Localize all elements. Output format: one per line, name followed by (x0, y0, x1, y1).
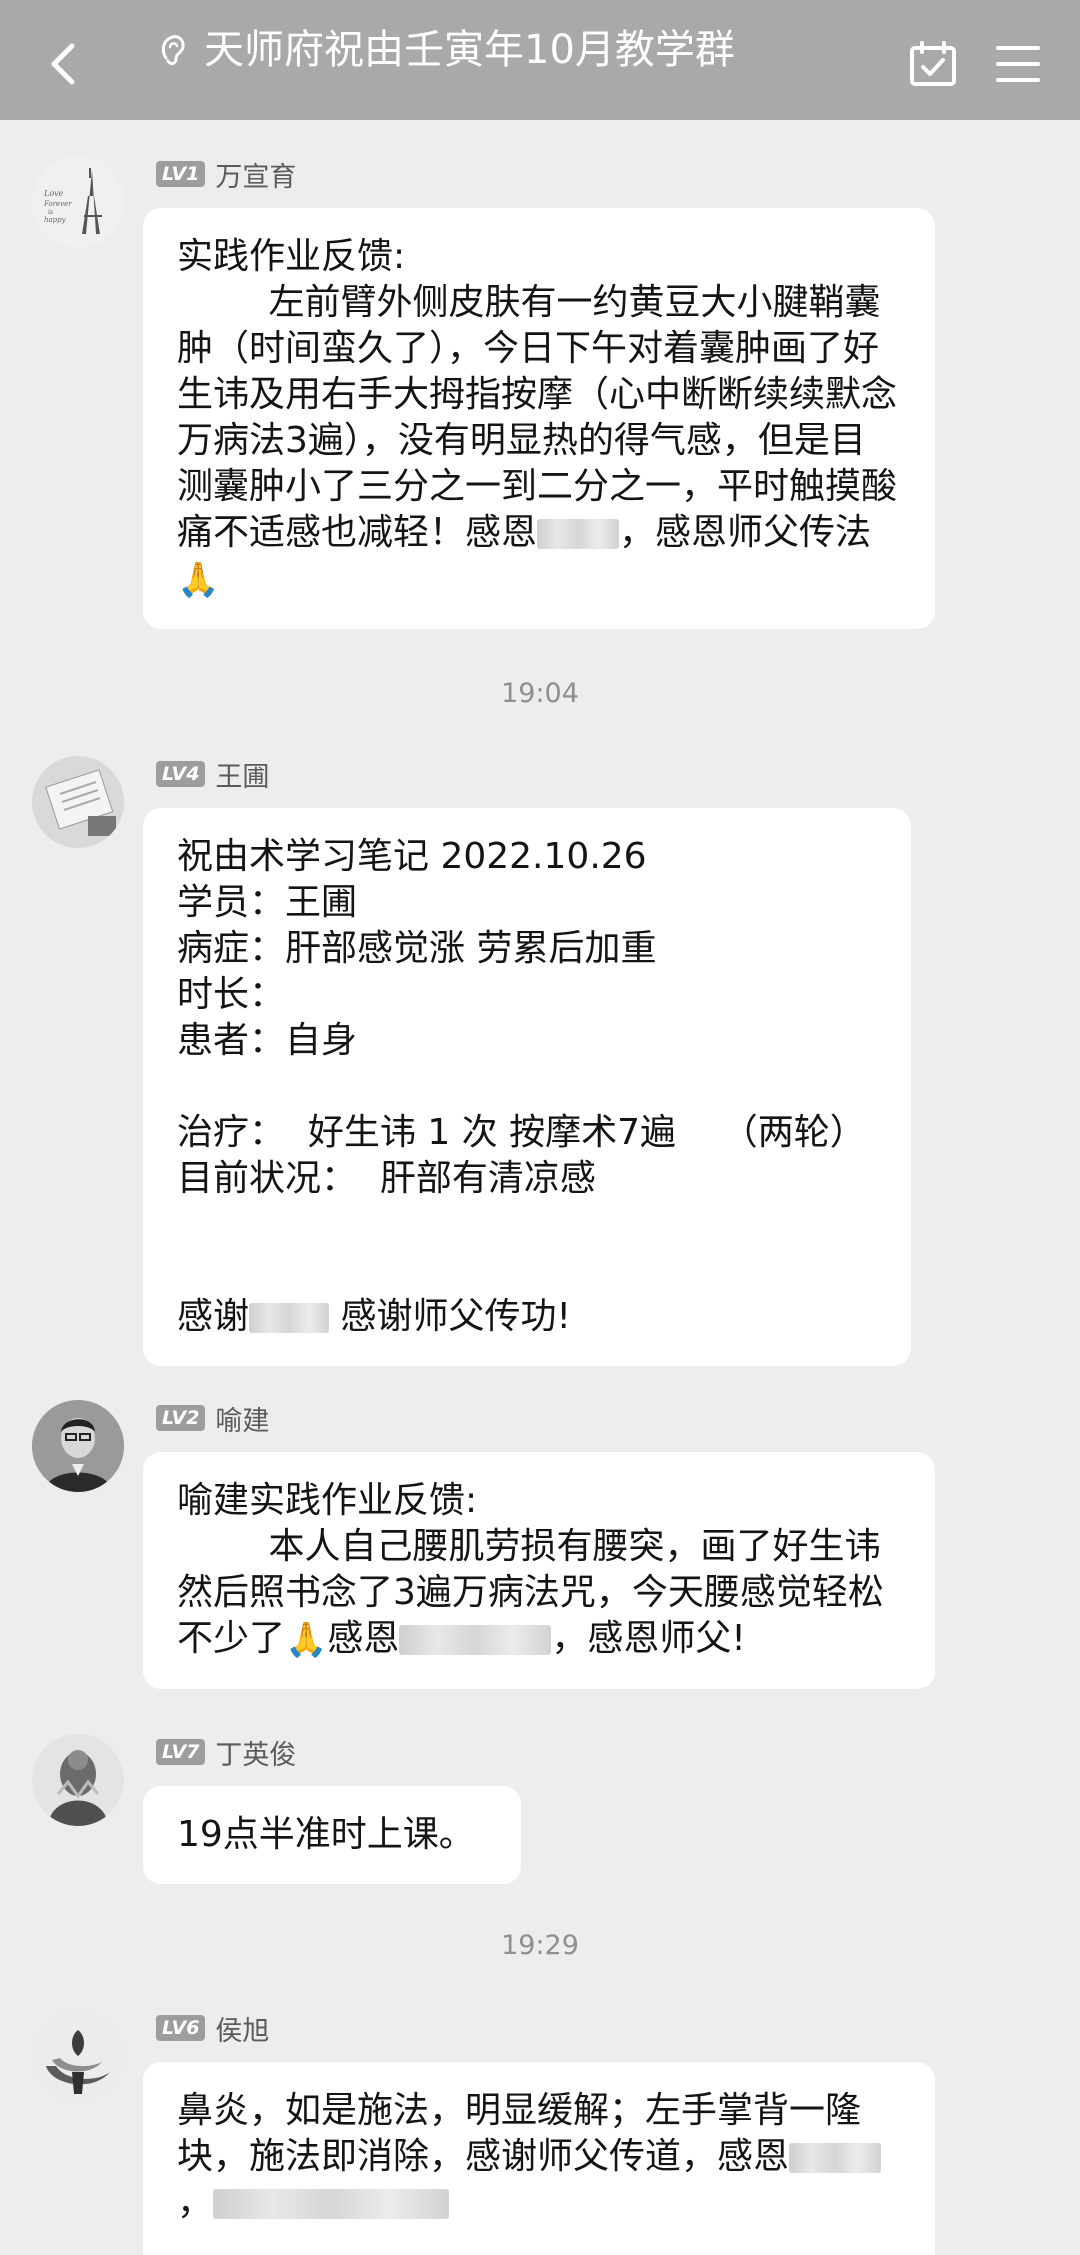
sender-name: 王圃 (215, 761, 270, 793)
avatar[interactable] (32, 1400, 124, 1492)
pray-emoji-icon: 🙏 (285, 1620, 328, 1660)
eiffel-tower-icon: Love Forever is happy (43, 168, 102, 234)
message-bubble[interactable]: 祝由术学习笔记 2022.10.26 学员：王圃 病症：肝部感觉涨 劳累后加重 … (143, 808, 911, 1366)
level-badge: LV2 (156, 1405, 206, 1431)
avatar-text-love: Love (43, 189, 64, 198)
sender-row: LV4 王圃 (156, 757, 270, 793)
message-bubble[interactable]: 实践作业反馈: 左前臂外侧皮肤有一约黄豆大小腱鞘囊肿（时间蛮久了），今日下午对着… (143, 208, 935, 629)
message-bubble[interactable]: 19点半准时上课。 (143, 1786, 521, 1884)
back-arrow-icon (51, 43, 75, 85)
message-text: 感恩 (327, 1618, 400, 1659)
pray-emoji-icon: 🙏 (177, 560, 220, 600)
back-button[interactable] (38, 36, 88, 92)
avatar[interactable] (32, 1734, 124, 1826)
redacted-name (249, 1303, 330, 1333)
level-badge: LV4 (156, 761, 206, 787)
menu-button[interactable] (994, 42, 1042, 86)
redacted-name (213, 2189, 450, 2219)
avatar-text-forever: Forever (43, 200, 72, 208)
redacted-name (399, 1625, 552, 1655)
ear-icon (158, 32, 188, 68)
chat-header: 天师府祝由壬寅年10月教学群 (0, 0, 1080, 120)
sender-row: LV6 侯旭 (156, 2011, 270, 2047)
message-text: ，感恩师父传法 (619, 512, 872, 553)
message-text: ， (177, 2182, 214, 2223)
menu-icon (996, 46, 1040, 82)
avatar[interactable]: Love Forever is happy (32, 156, 124, 248)
message-bubble[interactable]: 鼻炎，如是施法，明显缓解；左手掌背一隆块，施法即消除，感谢师父传道，感恩 ， (143, 2062, 935, 2255)
timestamp: 19:29 (501, 1930, 579, 1961)
avatar-text-happy: happy (44, 216, 67, 224)
swirl-logo-avatar-icon (32, 2010, 124, 2102)
sender-row: LV7 丁英俊 (156, 1735, 297, 1771)
avatar-text-is: is (48, 209, 53, 216)
message-bubble[interactable]: 喻建实践作业反馈: 本人自己腰肌劳损有腰突，画了好生讳然后照书念了3遍万病法咒，… (143, 1452, 935, 1689)
sender-row: LV2 喻建 (156, 1401, 270, 1437)
message-text: 感谢师父传功! (329, 1296, 571, 1337)
level-badge: LV1 (156, 161, 206, 187)
level-badge: LV6 (156, 2015, 206, 2041)
message-text: 祝由术学习笔记 2022.10.26 学员：王圃 病症：肝部感觉涨 劳累后加重 … (177, 836, 866, 1337)
avatar[interactable] (32, 2010, 124, 2102)
avatar[interactable] (32, 756, 124, 848)
message-text: 实践作业反馈: 左前臂外侧皮肤有一约黄豆大小腱鞘囊肿（时间蛮久了），今日下午对着… (177, 236, 898, 553)
sender-name: 侯旭 (215, 2015, 270, 2047)
calendar-check-icon (910, 41, 956, 86)
redacted-name (537, 519, 620, 549)
level-badge: LV7 (156, 1739, 206, 1765)
chat-title: 天师府祝由壬寅年10月教学群 (204, 27, 735, 73)
sender-name: 丁英俊 (215, 1739, 297, 1771)
calendar-button[interactable] (908, 40, 958, 88)
message-text: ，感恩师父! (551, 1618, 746, 1659)
timestamp: 19:04 (501, 678, 579, 709)
portrait-avatar-icon (32, 1400, 124, 1492)
sender-name: 万宣育 (215, 161, 297, 193)
statue-avatar-icon (32, 1734, 124, 1826)
sender-row: LV1 万宣育 (156, 157, 297, 193)
message-text: 19点半准时上课。 (177, 1814, 475, 1855)
sender-name: 喻建 (215, 1405, 270, 1437)
message-text: 鼻炎，如是施法，明显缓解；左手掌背一隆块，施法即消除，感谢师父传道，感恩 (177, 2090, 862, 2177)
redacted-name (789, 2143, 882, 2173)
notebook-avatar-icon (45, 769, 116, 836)
